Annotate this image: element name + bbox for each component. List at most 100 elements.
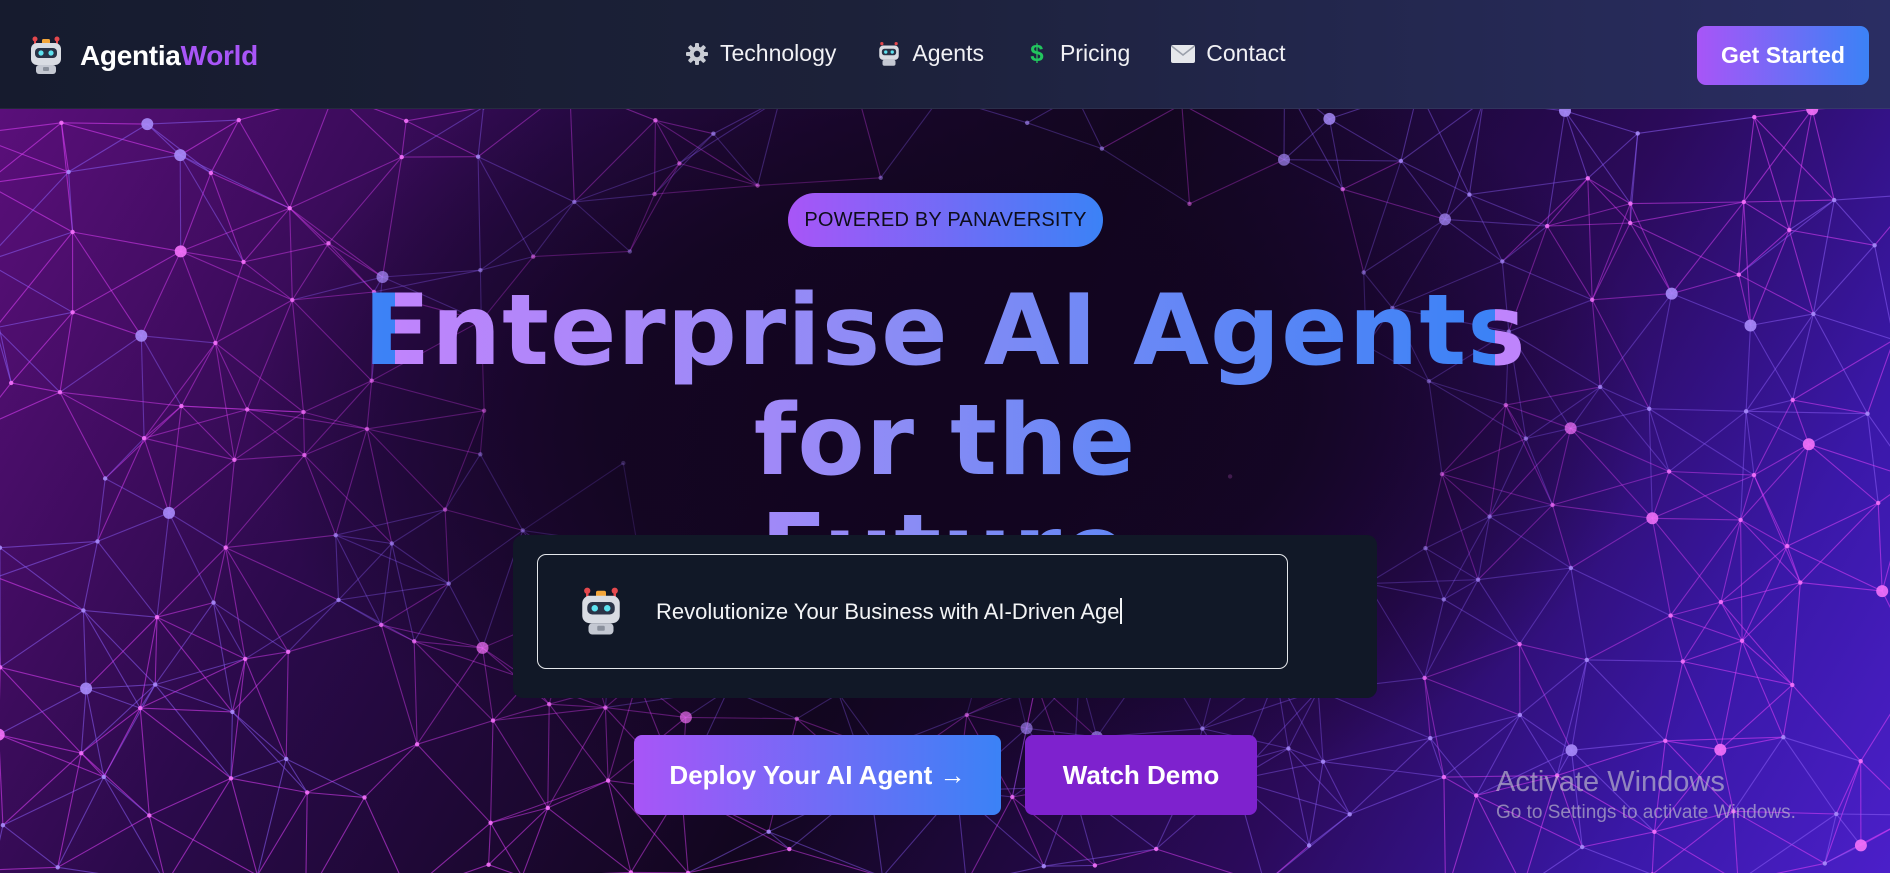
- get-started-button[interactable]: Get Started: [1697, 26, 1869, 85]
- network-node: [1832, 197, 1837, 203]
- network-node: [1736, 272, 1742, 277]
- network-node: [1554, 773, 1560, 778]
- network-node: [213, 340, 218, 346]
- network-node: [1422, 675, 1427, 681]
- network-node: [1790, 397, 1795, 403]
- network-node: [488, 820, 493, 825]
- network-node: [1858, 759, 1863, 764]
- network-node: [228, 776, 234, 781]
- network-node: [1731, 809, 1736, 814]
- nav-label-agents: Agents: [912, 40, 984, 66]
- network-node: [755, 183, 760, 188]
- network-node: [412, 639, 417, 644]
- network-node: [138, 705, 143, 711]
- network-node: [1635, 131, 1640, 136]
- network-node: [135, 329, 148, 342]
- headline-line1: Enterprise AI Agents: [330, 276, 1560, 386]
- network-node: [404, 118, 409, 124]
- nav-item-contact[interactable]: Contact: [1170, 40, 1286, 67]
- watch-demo-button[interactable]: Watch Demo: [1025, 735, 1257, 815]
- network-node: [154, 615, 160, 620]
- network-node: [1876, 500, 1881, 506]
- network-node: [572, 199, 577, 205]
- network-node: [305, 790, 310, 795]
- network-node: [1739, 638, 1745, 643]
- network-node: [163, 506, 175, 519]
- network-node: [627, 249, 632, 254]
- robot-icon: [876, 41, 902, 67]
- network-node: [141, 118, 154, 131]
- network-node: [1628, 201, 1633, 206]
- robot-icon: [31, 36, 61, 74]
- network-node: [1811, 311, 1816, 317]
- typing-text: Revolutionize Your Business with AI-Driv…: [656, 598, 1123, 625]
- network-node: [70, 229, 75, 235]
- network-node: [236, 117, 241, 123]
- network-node: [362, 795, 367, 800]
- network-node: [1798, 580, 1803, 585]
- network-node: [711, 131, 716, 136]
- network-node: [230, 709, 235, 715]
- network-node: [1718, 599, 1724, 605]
- network-node: [1020, 722, 1033, 735]
- nav-item-technology[interactable]: Technology: [684, 40, 836, 67]
- brand[interactable]: AgentiaWorld: [26, 36, 258, 76]
- network-node: [66, 169, 71, 175]
- network-node: [1320, 759, 1326, 764]
- network-node: [241, 259, 246, 265]
- network-node: [1647, 406, 1652, 411]
- network-node: [1668, 613, 1673, 618]
- network-node: [59, 120, 64, 125]
- network-node: [545, 805, 550, 811]
- network-node: [326, 241, 331, 246]
- network-node: [1517, 712, 1523, 718]
- nav-label-contact: Contact: [1206, 40, 1286, 66]
- network-node: [0, 823, 6, 828]
- network-node: [208, 170, 214, 176]
- network-node: [1590, 297, 1595, 302]
- network-node: [605, 778, 611, 783]
- network-node: [1565, 744, 1578, 757]
- top-navbar: AgentiaWorld Technology Agents $ Pricing…: [0, 0, 1890, 109]
- network-node: [301, 409, 306, 415]
- network-node: [1092, 863, 1098, 868]
- network-node: [232, 457, 237, 462]
- network-node: [486, 862, 491, 867]
- network-node: [70, 310, 75, 315]
- network-node: [80, 682, 93, 695]
- nav-item-pricing[interactable]: $ Pricing: [1024, 40, 1130, 67]
- network-node: [475, 154, 481, 159]
- nav-label-technology: Technology: [720, 40, 837, 66]
- network-node: [1500, 259, 1505, 264]
- network-node: [653, 118, 658, 123]
- network-node: [1559, 109, 1571, 117]
- network-node: [679, 711, 692, 724]
- network-node: [1628, 220, 1633, 226]
- brand-name-part2: World: [180, 40, 259, 71]
- network-node: [1278, 153, 1290, 166]
- typing-text-value: Revolutionize Your Business with AI-Driv…: [656, 599, 1120, 624]
- network-node: [1585, 176, 1591, 181]
- network-node: [9, 380, 14, 386]
- network-node: [1751, 472, 1757, 478]
- network-node: [286, 649, 291, 654]
- network-node: [652, 191, 657, 197]
- network-node: [211, 600, 216, 605]
- nav-links: Technology Agents $ Pricing Contact: [684, 40, 1286, 67]
- network-node: [179, 403, 184, 409]
- network-node: [103, 476, 108, 481]
- nav-item-agents[interactable]: Agents: [876, 40, 984, 67]
- network-node: [1743, 409, 1749, 414]
- network-node: [1822, 861, 1828, 866]
- network-node: [1584, 657, 1590, 663]
- network-node: [287, 206, 292, 211]
- network-node: [1865, 411, 1870, 416]
- network-node: [1441, 774, 1447, 780]
- network-node: [547, 702, 552, 707]
- robot-icon: [582, 587, 620, 634]
- network-node: [1347, 812, 1352, 817]
- deploy-agent-button[interactable]: Deploy Your AI Agent →: [634, 735, 1001, 815]
- network-node: [1646, 512, 1659, 525]
- network-node: [787, 846, 792, 852]
- network-node: [1834, 811, 1839, 817]
